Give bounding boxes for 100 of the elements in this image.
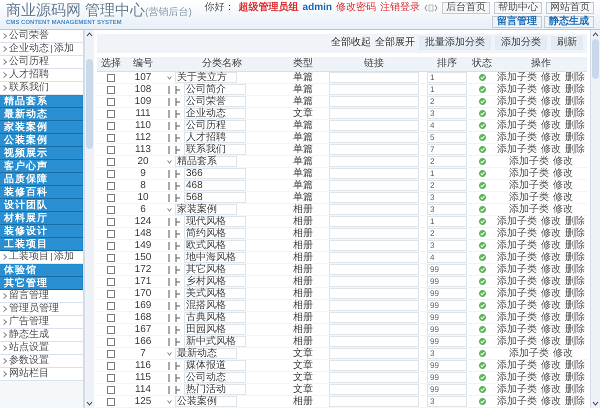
check-circle-icon[interactable] — [478, 86, 486, 93]
toolbar-link[interactable]: 全部收起 — [331, 38, 371, 48]
check-circle-icon[interactable] — [478, 194, 486, 201]
action-link[interactable]: 删除 — [565, 84, 585, 94]
action-link[interactable]: 删除 — [565, 72, 585, 82]
link-field[interactable] — [329, 372, 419, 383]
action-link[interactable]: 修改 — [553, 192, 573, 202]
action-link[interactable]: 修改 — [541, 264, 561, 274]
scroll-down-icon[interactable] — [85, 399, 94, 408]
category-name-field[interactable]: 家装案例 — [175, 204, 237, 215]
action-link[interactable]: 添加子类 — [497, 264, 537, 274]
link-field[interactable] — [329, 192, 419, 203]
row-checkbox[interactable] — [107, 302, 115, 310]
link-field[interactable] — [329, 324, 419, 335]
category-name-field[interactable]: 关于美立方 — [175, 72, 237, 83]
action-link[interactable]: 删除 — [565, 144, 585, 154]
action-link[interactable]: 添加子类 — [497, 384, 537, 394]
action-link[interactable]: 修改 — [541, 72, 561, 82]
sort-field[interactable]: 3 — [427, 204, 467, 215]
action-link[interactable]: 删除 — [565, 108, 585, 118]
action-link[interactable]: 修改 — [541, 132, 561, 142]
check-circle-icon[interactable] — [478, 242, 486, 249]
link-field[interactable] — [329, 204, 419, 215]
sidebar-section-header[interactable]: 其它管理 — [0, 277, 83, 290]
action-link[interactable]: 删除 — [565, 336, 585, 346]
check-circle-icon[interactable] — [478, 122, 486, 129]
check-circle-icon[interactable] — [478, 158, 486, 165]
action-link[interactable]: 添加子类 — [497, 132, 537, 142]
sidebar-section-header[interactable]: 材料展厅 — [0, 212, 83, 225]
category-name-field[interactable]: 美式风格 — [184, 288, 246, 299]
check-circle-icon[interactable] — [478, 74, 486, 81]
row-checkbox[interactable] — [107, 314, 115, 322]
action-link[interactable]: 删除 — [565, 396, 585, 406]
link-field[interactable] — [329, 300, 419, 311]
action-link[interactable]: 删除 — [565, 276, 585, 286]
check-circle-icon[interactable] — [478, 98, 486, 105]
action-link[interactable]: 删除 — [565, 300, 585, 310]
row-checkbox[interactable] — [107, 362, 115, 370]
action-link[interactable]: 添加子类 — [497, 240, 537, 250]
action-link[interactable]: 修改 — [553, 180, 573, 190]
link-field[interactable] — [329, 144, 419, 155]
link-field[interactable] — [329, 108, 419, 119]
row-checkbox[interactable] — [107, 158, 115, 166]
link-field[interactable] — [329, 216, 419, 227]
sort-field[interactable]: 4 — [427, 252, 467, 263]
sort-field[interactable]: 99 — [427, 372, 467, 383]
action-link[interactable]: 添加子类 — [497, 144, 537, 154]
sort-field[interactable]: 99 — [427, 360, 467, 371]
caret-icon[interactable] — [167, 208, 172, 212]
action-link[interactable]: 修改 — [541, 288, 561, 298]
action-link[interactable]: 修改 — [541, 300, 561, 310]
sort-field[interactable]: 1 — [427, 84, 467, 95]
check-circle-icon[interactable] — [478, 362, 486, 369]
action-link[interactable]: 添加子类 — [497, 120, 537, 130]
link-field[interactable] — [329, 156, 419, 167]
sort-field[interactable]: 2 — [427, 96, 467, 107]
action-link[interactable]: 添加子类 — [509, 348, 549, 358]
action-link[interactable]: 修改 — [553, 156, 573, 166]
category-name-field[interactable]: 混搭风格 — [184, 300, 246, 311]
action-link[interactable]: 修改 — [541, 84, 561, 94]
sidebar-section-header[interactable]: 精品套系 — [0, 95, 83, 108]
scrollbar[interactable] — [84, 30, 94, 408]
action-link[interactable]: 删除 — [565, 324, 585, 334]
action-link[interactable]: 修改 — [541, 228, 561, 238]
row-checkbox[interactable] — [107, 398, 115, 406]
row-checkbox[interactable] — [107, 266, 115, 274]
action-link[interactable]: 修改 — [541, 396, 561, 406]
action-link[interactable]: 删除 — [565, 312, 585, 322]
sort-field[interactable]: 7 — [427, 144, 467, 155]
caret-icon[interactable] — [167, 160, 172, 164]
sort-field[interactable]: 99 — [427, 324, 467, 335]
row-checkbox[interactable] — [107, 110, 115, 118]
action-link[interactable]: 添加子类 — [497, 300, 537, 310]
category-name-field[interactable]: 最新动态 — [175, 348, 237, 359]
check-circle-icon[interactable] — [478, 266, 486, 273]
sort-field[interactable]: 3 — [427, 396, 467, 407]
sort-field[interactable]: 99 — [427, 288, 467, 299]
sort-field[interactable]: 99 — [427, 264, 467, 275]
header-button[interactable]: 网站首页 — [546, 2, 594, 14]
action-link[interactable]: 修改 — [541, 312, 561, 322]
check-circle-icon[interactable] — [478, 302, 486, 309]
category-name-field[interactable]: 366 — [184, 168, 246, 179]
action-link[interactable]: 添加子类 — [497, 360, 537, 370]
sort-field[interactable]: 3 — [427, 240, 467, 251]
check-circle-icon[interactable] — [478, 338, 486, 345]
row-checkbox[interactable] — [107, 122, 115, 130]
header-link[interactable]: 修改密码 — [336, 3, 376, 13]
row-checkbox[interactable] — [107, 206, 115, 214]
check-circle-icon[interactable] — [478, 254, 486, 261]
header-link[interactable]: 注销登录 — [380, 3, 420, 13]
check-circle-icon[interactable] — [478, 314, 486, 321]
category-name-field[interactable]: 现代风格 — [184, 216, 246, 227]
action-link[interactable]: 删除 — [565, 264, 585, 274]
toolbar-button[interactable]: 刷新 — [551, 36, 583, 50]
link-field[interactable] — [329, 264, 419, 275]
scrollbar[interactable] — [590, 30, 600, 408]
action-link[interactable]: 修改 — [541, 96, 561, 106]
action-link[interactable]: 修改 — [541, 120, 561, 130]
action-link[interactable]: 添加子类 — [509, 204, 549, 214]
category-name-field[interactable]: 媒体报道 — [184, 360, 246, 371]
